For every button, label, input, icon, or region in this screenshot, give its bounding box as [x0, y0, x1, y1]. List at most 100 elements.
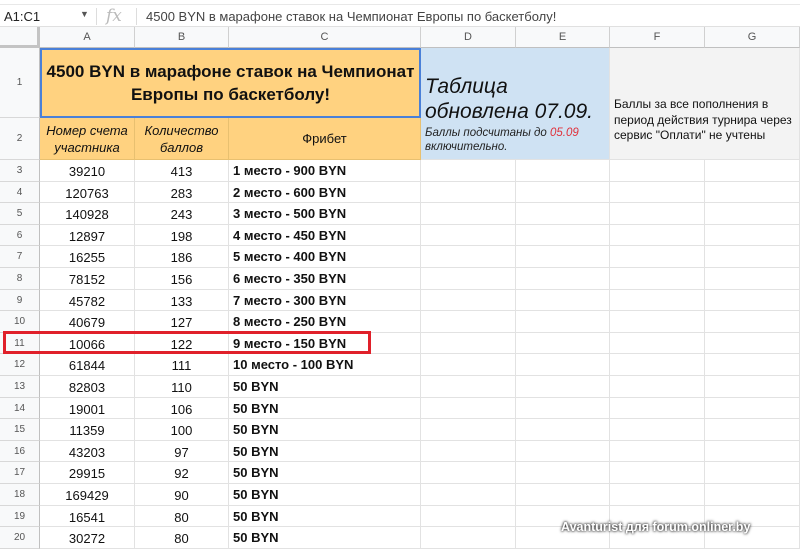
- empty-cell[interactable]: [705, 354, 800, 376]
- empty-cell[interactable]: [610, 160, 705, 182]
- row-header[interactable]: 14: [0, 397, 40, 420]
- cell-prize[interactable]: 1 место - 900 BYN: [229, 160, 421, 182]
- row-header[interactable]: 12: [0, 354, 40, 376]
- cell-account[interactable]: 16255: [40, 246, 135, 268]
- cell-account[interactable]: 82803: [40, 376, 135, 398]
- header-account[interactable]: Номер счета участника: [40, 118, 135, 160]
- cell-account[interactable]: 39210: [40, 160, 135, 182]
- cell-prize[interactable]: 10 место - 100 BYN: [229, 354, 421, 376]
- empty-cell[interactable]: [705, 311, 800, 333]
- empty-cell[interactable]: [421, 160, 516, 182]
- cell-points[interactable]: 186: [135, 246, 229, 268]
- empty-cell[interactable]: [705, 484, 800, 506]
- empty-cell[interactable]: [610, 311, 705, 333]
- column-header-G[interactable]: G: [705, 27, 800, 48]
- empty-cell[interactable]: [610, 332, 705, 355]
- cell-prize[interactable]: 8 место - 250 BYN: [229, 311, 421, 333]
- empty-cell[interactable]: [705, 397, 800, 420]
- cell-points[interactable]: 198: [135, 224, 229, 247]
- empty-cell[interactable]: [705, 289, 800, 312]
- cell-points[interactable]: 156: [135, 268, 229, 290]
- cell-prize[interactable]: 50 BYN: [229, 527, 421, 549]
- empty-cell[interactable]: [421, 203, 516, 225]
- column-header-D[interactable]: D: [421, 27, 516, 48]
- empty-cell[interactable]: [610, 484, 705, 506]
- cell-account[interactable]: 30272: [40, 527, 135, 549]
- cell-points[interactable]: 80: [135, 505, 229, 528]
- row-header[interactable]: 13: [0, 376, 40, 398]
- row-header[interactable]: 17: [0, 462, 40, 484]
- empty-cell[interactable]: [516, 484, 610, 506]
- empty-cell[interactable]: [610, 289, 705, 312]
- cell-prize[interactable]: 50 BYN: [229, 376, 421, 398]
- cell-account[interactable]: 61844: [40, 354, 135, 376]
- row-header[interactable]: 9: [0, 289, 40, 312]
- empty-cell[interactable]: [516, 203, 610, 225]
- cell-points[interactable]: 127: [135, 311, 229, 333]
- empty-cell[interactable]: [705, 181, 800, 204]
- empty-cell[interactable]: [610, 462, 705, 484]
- cell-prize[interactable]: 2 место - 600 BYN: [229, 181, 421, 204]
- cell-account[interactable]: 19001: [40, 397, 135, 420]
- cell-prize[interactable]: 7 место - 300 BYN: [229, 289, 421, 312]
- empty-cell[interactable]: [610, 268, 705, 290]
- empty-cell[interactable]: [610, 354, 705, 376]
- empty-cell[interactable]: [705, 268, 800, 290]
- column-header-F[interactable]: F: [610, 27, 705, 48]
- title-cell[interactable]: 4500 BYN в марафоне ставок на Чемпионат …: [40, 48, 421, 118]
- empty-cell[interactable]: [421, 246, 516, 268]
- cell-points[interactable]: 100: [135, 419, 229, 441]
- empty-cell[interactable]: [516, 440, 610, 463]
- empty-cell[interactable]: [421, 462, 516, 484]
- empty-cell[interactable]: [516, 224, 610, 247]
- empty-cell[interactable]: [421, 376, 516, 398]
- empty-cell[interactable]: [421, 440, 516, 463]
- chevron-down-icon[interactable]: ▼: [80, 9, 89, 19]
- row-header[interactable]: 5: [0, 203, 40, 225]
- row-header[interactable]: 6: [0, 224, 40, 247]
- empty-cell[interactable]: [705, 203, 800, 225]
- empty-cell[interactable]: [516, 332, 610, 355]
- empty-cell[interactable]: [705, 440, 800, 463]
- row-header[interactable]: 4: [0, 181, 40, 204]
- empty-cell[interactable]: [705, 419, 800, 441]
- cell-prize[interactable]: 3 место - 500 BYN: [229, 203, 421, 225]
- empty-cell[interactable]: [705, 332, 800, 355]
- row-header[interactable]: 19: [0, 505, 40, 528]
- row-header[interactable]: 16: [0, 440, 40, 463]
- cell-points[interactable]: 110: [135, 376, 229, 398]
- formula-input[interactable]: 4500 BYN в марафоне ставок на Чемпионат …: [146, 9, 556, 24]
- empty-cell[interactable]: [516, 311, 610, 333]
- empty-cell[interactable]: [610, 419, 705, 441]
- empty-cell[interactable]: [610, 203, 705, 225]
- empty-cell[interactable]: [516, 181, 610, 204]
- cell-account[interactable]: 29915: [40, 462, 135, 484]
- empty-cell[interactable]: [705, 224, 800, 247]
- cell-prize[interactable]: 50 BYN: [229, 419, 421, 441]
- cell-account[interactable]: 140928: [40, 203, 135, 225]
- empty-cell[interactable]: [610, 224, 705, 247]
- empty-cell[interactable]: [421, 397, 516, 420]
- cell-prize[interactable]: 50 BYN: [229, 505, 421, 528]
- row-header[interactable]: 20: [0, 527, 40, 549]
- cell-points[interactable]: 106: [135, 397, 229, 420]
- cell-points[interactable]: 92: [135, 462, 229, 484]
- cell-account[interactable]: 16541: [40, 505, 135, 528]
- empty-cell[interactable]: [610, 397, 705, 420]
- empty-cell[interactable]: [421, 181, 516, 204]
- column-header-E[interactable]: E: [516, 27, 610, 48]
- update-cell[interactable]: Таблица обновлена 07.09. Баллы подсчитан…: [421, 48, 610, 160]
- note-cell[interactable]: Баллы за все пополнения в период действи…: [610, 48, 800, 160]
- cell-prize[interactable]: 50 BYN: [229, 484, 421, 506]
- name-box[interactable]: A1:C1: [4, 9, 40, 24]
- empty-cell[interactable]: [421, 354, 516, 376]
- cell-points[interactable]: 283: [135, 181, 229, 204]
- empty-cell[interactable]: [516, 268, 610, 290]
- empty-cell[interactable]: [421, 505, 516, 528]
- empty-cell[interactable]: [421, 527, 516, 549]
- empty-cell[interactable]: [610, 440, 705, 463]
- empty-cell[interactable]: [516, 376, 610, 398]
- empty-cell[interactable]: [516, 160, 610, 182]
- empty-cell[interactable]: [516, 419, 610, 441]
- row-header[interactable]: 7: [0, 246, 40, 268]
